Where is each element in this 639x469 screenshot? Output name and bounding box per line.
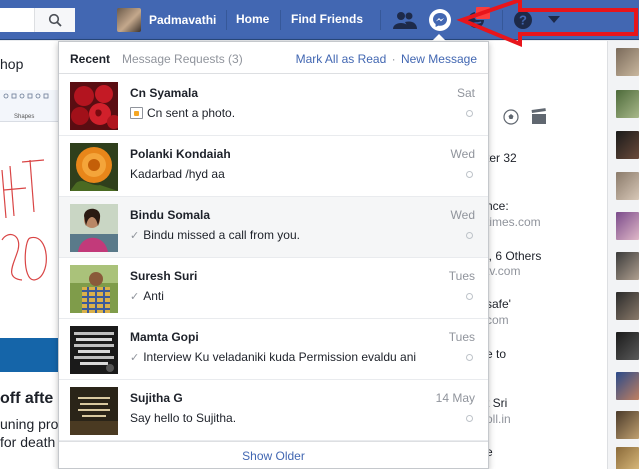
movie-clapper-icon: [530, 108, 548, 126]
conversation-snippet: Say hello to Sujitha.: [130, 411, 236, 425]
contact-avatar[interactable]: [616, 447, 639, 469]
contact-avatar[interactable]: [616, 90, 639, 118]
feed-text: nce:: [486, 199, 509, 213]
show-older-link[interactable]: Show Older: [242, 449, 305, 463]
feed-text: t Sri: [486, 396, 508, 410]
feed-text: e to: [486, 347, 507, 361]
mark-as-read-toggle[interactable]: [466, 293, 473, 300]
conversation-row[interactable]: Bindu Somala ✓ Bindu missed a call from …: [59, 197, 488, 258]
snippet-text: Kadarbad /hyd aa: [130, 167, 225, 181]
handwriting-drawing: [1, 159, 47, 281]
conversation-row[interactable]: Cn Syamala Cn sent a photo. Sat: [59, 75, 488, 136]
mark-all-read-link[interactable]: Mark All as Read: [296, 52, 387, 66]
contact-avatar[interactable]: [616, 411, 639, 439]
conversation-name: Mamta Gopi: [130, 330, 199, 344]
story-headline[interactable]: off afte: [0, 390, 53, 408]
contact-avatar: [70, 143, 118, 191]
dropdown-header: Recent Message Requests (3) Mark All as …: [59, 42, 488, 74]
contact-avatar: [70, 326, 118, 374]
conversation-row[interactable]: Sujitha G Say hello to Sujitha. 14 May: [59, 380, 488, 441]
contact-avatar[interactable]: [616, 252, 639, 280]
snippet-text: Cn sent a photo.: [147, 106, 236, 120]
feed-link[interactable]: times.com: [486, 215, 541, 229]
conversation-time: Wed: [450, 208, 475, 222]
mark-as-read-toggle[interactable]: [466, 354, 473, 361]
tab-message-requests[interactable]: Message Requests (3): [122, 52, 243, 66]
conversation-name: Sujitha G: [130, 391, 183, 405]
contact-avatar[interactable]: [616, 172, 639, 200]
conversation-snippet: ✓ Bindu missed a call from you.: [130, 228, 300, 242]
contact-avatar[interactable]: [616, 131, 639, 159]
check-icon: ✓: [130, 351, 140, 364]
conversation-row[interactable]: Suresh Suri ✓ Anti Tues: [59, 258, 488, 319]
feed-text: safe': [486, 297, 511, 311]
shapes-gallery-icon: [3, 93, 49, 99]
conversation-row[interactable]: Polanki Kondaiah Kadarbad /hyd aa Wed: [59, 136, 488, 197]
check-icon: ✓: [130, 229, 140, 242]
shapes-label: Shapes: [14, 114, 35, 120]
tab-recent[interactable]: Recent: [70, 52, 110, 66]
contact-avatar[interactable]: [616, 212, 639, 240]
conversation-snippet: ✓ Anti: [130, 289, 164, 303]
conversation-name: Suresh Suri: [130, 269, 198, 283]
soccer-ball-icon: [502, 108, 520, 126]
feed-text: ter 32: [486, 151, 517, 165]
contact-avatar: [70, 265, 118, 313]
feed-link[interactable]: com: [486, 313, 509, 327]
photo-icon: [130, 107, 143, 119]
mark-as-read-toggle[interactable]: [466, 232, 473, 239]
contact-avatar[interactable]: [616, 372, 639, 400]
contact-avatar[interactable]: [616, 332, 639, 360]
mark-as-read-toggle[interactable]: [466, 415, 473, 422]
conversation-row[interactable]: Mamta Gopi ✓ Interview Ku veladaniki kud…: [59, 319, 488, 380]
conversation-name: Bindu Somala: [130, 208, 211, 222]
snippet-text: Interview Ku veladaniki kuda Permission …: [143, 350, 417, 364]
mark-as-read-toggle[interactable]: [466, 110, 473, 117]
contact-avatar: [70, 387, 118, 435]
contact-avatar: [70, 82, 118, 130]
snippet-text: Say hello to Sujitha.: [130, 411, 237, 425]
snippet-text: Bindu missed a call from you.: [143, 228, 300, 242]
conversation-snippet: ✓ Interview Ku veladaniki kuda Permissio…: [130, 350, 416, 364]
check-icon: ✓: [130, 290, 140, 303]
conversation-name: Polanki Kondaiah: [130, 147, 231, 161]
new-message-link[interactable]: New Message: [401, 52, 477, 66]
dropdown-footer: Show Older: [59, 441, 488, 469]
conversation-time: Sat: [456, 86, 475, 100]
conversation-snippet: Kadarbad /hyd aa: [130, 167, 225, 181]
story-text-line: for death: [0, 434, 56, 450]
header-actions: Mark All as Read · New Message: [296, 52, 477, 66]
messenger-dropdown: Recent Message Requests (3) Mark All as …: [58, 41, 489, 469]
conversation-time: 14 May: [435, 391, 475, 405]
conversation-time: Tues: [448, 330, 475, 344]
mark-as-read-toggle[interactable]: [466, 171, 473, 178]
conversation-snippet: Cn sent a photo.: [130, 106, 235, 120]
conversation-time: Tues: [448, 269, 475, 283]
feed-link[interactable]: tv.com: [486, 264, 520, 278]
dropdown-caret: [432, 34, 446, 41]
conversation-name: Cn Syamala: [130, 86, 199, 100]
paint-canvas: [0, 130, 58, 338]
ad-banner-strip: [0, 338, 58, 372]
feed-link[interactable]: oll.in: [486, 412, 511, 426]
conversation-time: Wed: [450, 147, 475, 161]
snippet-text: Anti: [143, 289, 164, 303]
feed-text: i, 6 Others: [486, 249, 542, 263]
contact-avatar: [70, 204, 118, 252]
link-separator: ·: [391, 52, 396, 66]
contact-avatar[interactable]: [616, 292, 639, 320]
